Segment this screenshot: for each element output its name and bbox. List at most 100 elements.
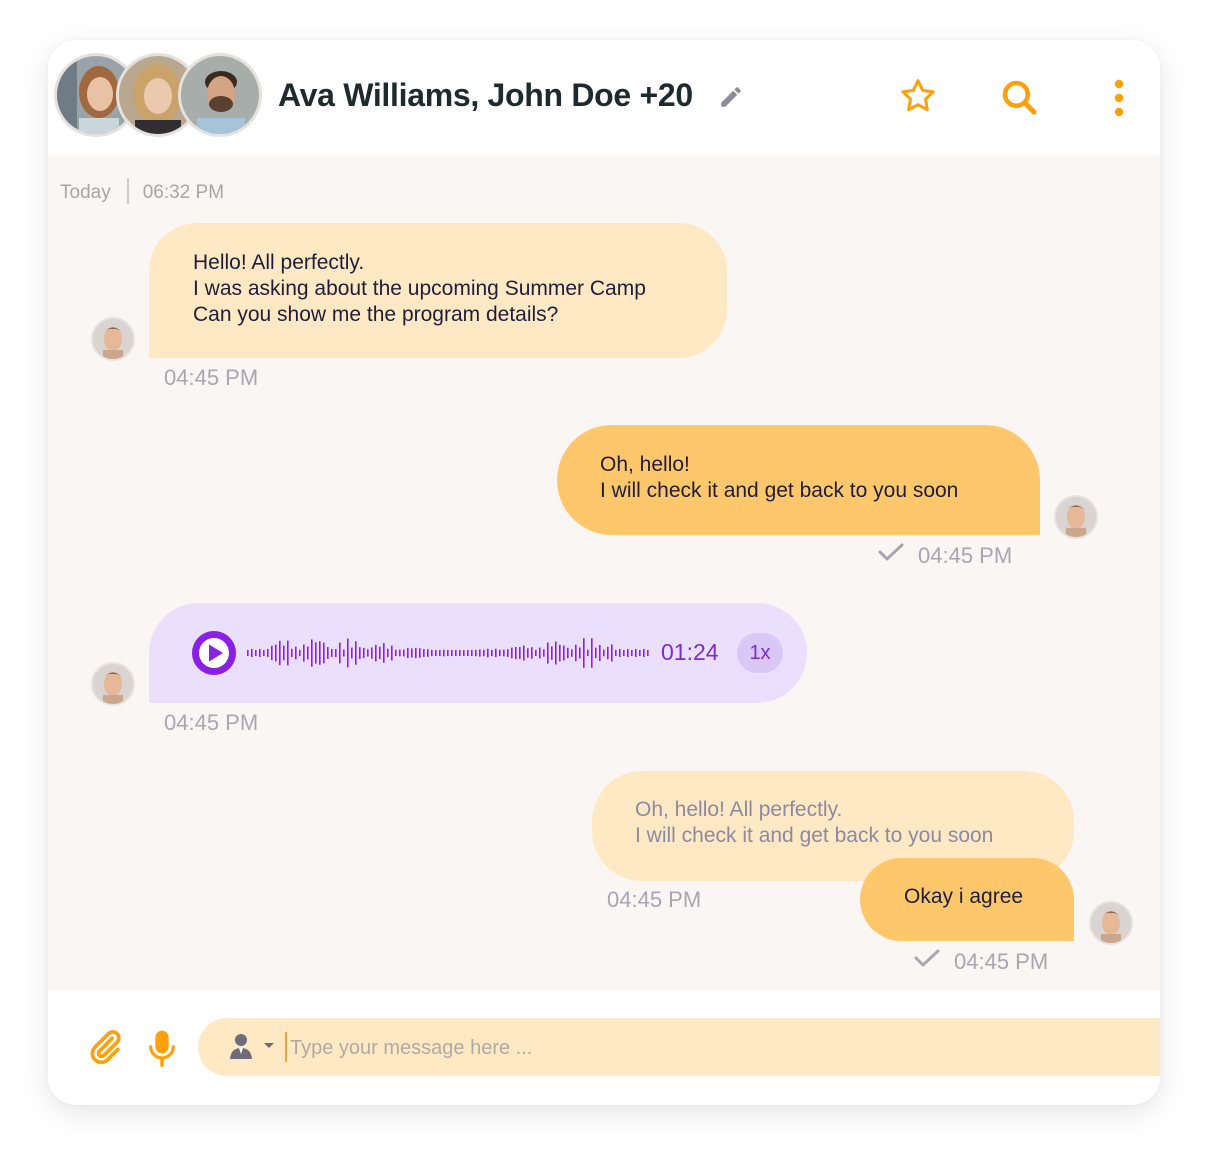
waveform-bar [455,650,457,656]
waveform-bar [647,650,649,656]
outgoing-message[interactable]: Okay i agree [860,858,1074,941]
waveform-bar [443,649,445,657]
waveform-bar [479,649,481,657]
waveform-bar [263,650,265,656]
waveform-bar [255,650,257,656]
read-check-icon [878,542,904,568]
chat-header: Ava Williams, John Doe +20 [48,40,1160,155]
chat-window: Ava Williams, John Doe +20 Today 06:32 P… [48,40,1160,1105]
waveform-bar [395,649,397,657]
audio-message: 01:24 1x [149,603,807,703]
waveform-bar [347,638,349,668]
waveform-bar [351,647,353,659]
waveform-bar [427,649,429,657]
text-cursor [285,1032,287,1062]
waveform-bar [359,647,361,659]
waveform-bar [311,639,313,667]
waveform-bar [375,644,377,662]
waveform-bar [571,649,573,657]
waveform-bar [475,649,477,657]
waveform-bar [247,650,249,656]
waveform-bar [511,647,513,659]
play-button[interactable] [192,631,236,675]
waveform-bar [419,648,421,658]
sender-avatar[interactable] [1089,901,1133,945]
pencil-icon[interactable] [718,84,744,115]
message-status: 04:45 PM [878,543,1012,570]
waveform-bar [307,646,309,660]
waveform-bar [551,646,553,660]
waveform-bar [423,649,425,657]
message-time: 04:45 PM [164,365,259,390]
waveform-bar [515,647,517,660]
search-icon[interactable] [998,76,1040,123]
message-input-container [198,1018,1160,1076]
waveform-bar [339,642,341,664]
waveform-bar [631,650,633,656]
waveform-bar [627,649,629,657]
composer [48,990,1160,1105]
waveform-bar [251,649,253,657]
waveform-bar [403,649,405,657]
message-time: 04:45 PM [164,710,259,735]
message-time: 04:45 PM [954,949,1049,974]
waveform-bar [603,649,605,657]
waveform-bar [615,650,617,656]
waveform-bar [495,648,497,658]
waveform-bar [371,647,373,659]
waveform-bar [379,646,381,660]
sender-avatar[interactable] [91,317,135,361]
waveform-bar [287,640,289,666]
waveform-bar [279,640,281,666]
waveform-bar [303,644,305,662]
sender-selector[interactable] [228,1032,276,1060]
waveform-bar [295,646,297,660]
incoming-message[interactable]: Hello! All perfectly. I was asking about… [149,223,727,358]
message-list[interactable]: Today 06:32 PM Hello! All perfectly. I wa… [48,155,1160,990]
participant-avatar-3[interactable] [178,53,262,137]
waveform-bar [439,650,441,656]
waveform-bar [623,650,625,656]
star-icon[interactable] [898,76,938,121]
waveform-bar [387,648,389,658]
waveform-bar [447,650,449,657]
user-icon [228,1034,258,1059]
waveform-bar [559,644,561,662]
audio-waveform[interactable] [247,633,651,673]
waveform-bar [643,649,645,657]
outgoing-message[interactable]: Oh, hello! I will check it and get back … [557,425,1040,535]
waveform-bar [343,649,345,657]
paperclip-icon[interactable] [86,1028,124,1071]
microphone-icon[interactable] [146,1028,178,1073]
waveform-bar [523,645,525,661]
date-time: 06:32 PM [142,182,225,204]
waveform-bar [335,649,337,658]
waveform-bar [619,649,621,657]
more-vertical-icon[interactable] [1106,78,1132,123]
date-day: Today [60,182,111,204]
waveform-bar [491,650,493,657]
waveform-bar [539,647,541,659]
waveform-bar [611,644,613,662]
waveform-bar [315,642,317,664]
chat-title: Ava Williams, John Doe +20 [278,77,693,113]
message-input[interactable] [288,1027,1142,1069]
waveform-bar [259,649,261,657]
waveform-bar [519,647,521,659]
sender-avatar[interactable] [1054,495,1098,539]
waveform-bar [503,649,505,657]
waveform-bar [435,649,437,657]
message-status: 04:45 PM [914,949,1048,976]
waveform-bar [535,649,537,656]
message-time: 04:45 PM [607,887,702,912]
sender-avatar[interactable] [91,662,135,706]
waveform-bar [451,649,453,657]
playback-speed-button[interactable]: 1x [737,633,783,673]
waveform-bar [607,646,609,660]
waveform-bar [575,644,577,662]
waveform-bar [463,650,465,656]
waveform-bar [267,649,269,657]
waveform-bar [275,644,277,662]
waveform-bar [411,648,413,658]
date-divider: Today 06:32 PM [60,178,225,206]
